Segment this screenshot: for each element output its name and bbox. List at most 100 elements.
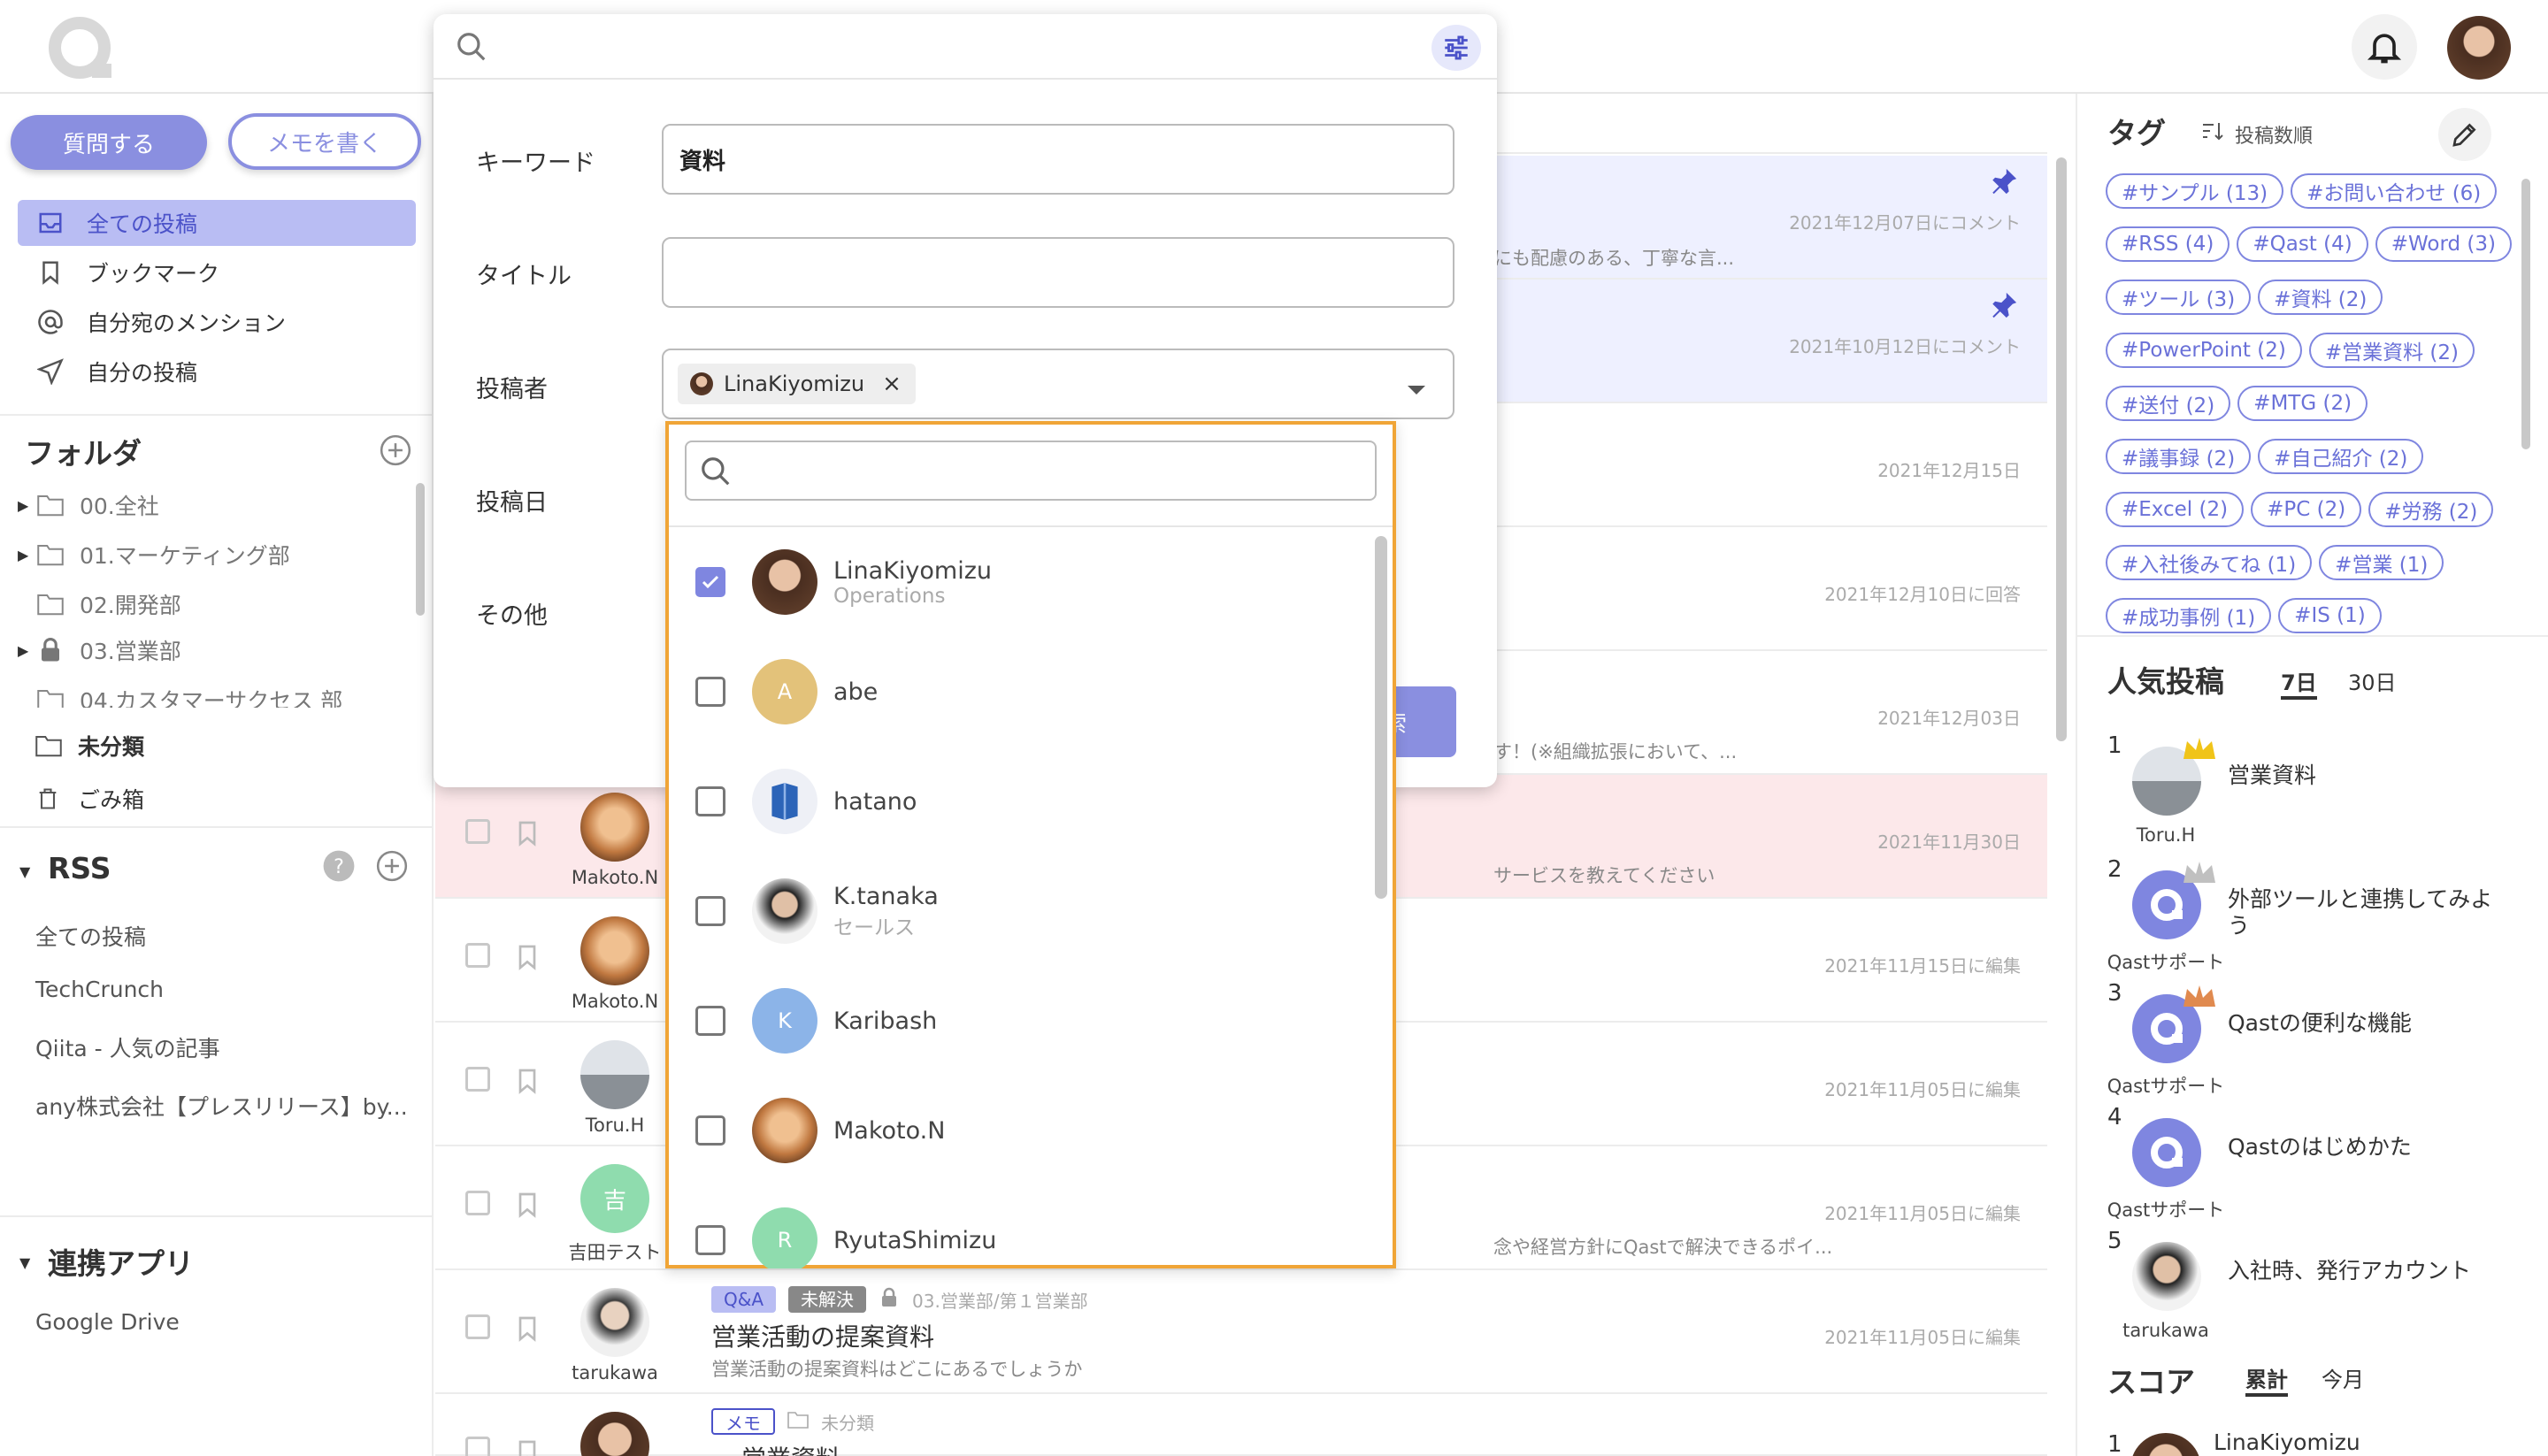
tag-chip[interactable]: #Qast (4): [2237, 226, 2368, 262]
row-checkbox[interactable]: [465, 1191, 490, 1215]
tag-chip[interactable]: #サンプル (13): [2106, 173, 2284, 209]
rss-caret-icon[interactable]: ▼: [19, 863, 30, 880]
rank-avatar[interactable]: [2132, 1118, 2201, 1187]
avatar[interactable]: 吉: [580, 1164, 649, 1233]
avatar[interactable]: [580, 1412, 649, 1456]
nav-all-posts[interactable]: 全ての投稿: [18, 200, 416, 246]
row-checkbox[interactable]: [465, 1067, 490, 1092]
nav-my-posts[interactable]: 自分の投稿: [18, 349, 416, 395]
chip-remove-icon[interactable]: ×: [882, 371, 902, 397]
app-item[interactable]: Google Drive: [35, 1309, 180, 1335]
folder-item[interactable]: 04.カスタマーサクセス 部: [18, 678, 342, 708]
avatar[interactable]: [580, 916, 649, 985]
folder-item[interactable]: ▶ 00.全社: [18, 483, 159, 527]
write-memo-button[interactable]: メモを書く: [228, 113, 421, 170]
tab-30days[interactable]: 30日: [2348, 665, 2397, 696]
bookmark-icon[interactable]: [513, 1437, 541, 1456]
help-icon[interactable]: ?: [322, 849, 356, 883]
folder-item[interactable]: ▶ 03.営業部: [18, 628, 181, 672]
tag-chip[interactable]: #Excel (2): [2106, 492, 2245, 527]
tag-chip[interactable]: #Word (3): [2375, 226, 2512, 262]
caret-right-icon[interactable]: ▶: [18, 642, 37, 659]
rss-item[interactable]: 全ての投稿: [35, 920, 146, 952]
tag-scrollbar[interactable]: [2521, 179, 2530, 449]
avatar[interactable]: [580, 793, 649, 862]
user-checkbox[interactable]: [695, 677, 725, 707]
caret-right-icon[interactable]: ▶: [18, 497, 37, 514]
post-title[interactable]: 営業活動の提案資料: [711, 1318, 934, 1353]
rss-item[interactable]: TechCrunch: [35, 977, 164, 1002]
score-avatar[interactable]: [2130, 1433, 2201, 1456]
avatar[interactable]: [580, 1040, 649, 1109]
bookmark-icon[interactable]: [513, 1313, 541, 1348]
tag-chip[interactable]: #入社後みてね (1): [2106, 545, 2313, 580]
tag-chip[interactable]: #PC (2): [2251, 492, 2362, 527]
tab-this-month[interactable]: 今月: [2322, 1362, 2364, 1393]
dropdown-user-item[interactable]: LinaKiyomizu Operations: [669, 527, 1368, 637]
bookmark-icon[interactable]: [513, 941, 541, 977]
rss-item[interactable]: Qiita - 人気の記事: [35, 1031, 220, 1063]
folder-scrollbar[interactable]: [416, 483, 425, 616]
tag-chip[interactable]: #営業 (1): [2319, 545, 2444, 580]
qast-logo[interactable]: [46, 14, 117, 85]
pin-icon[interactable]: [1989, 166, 2019, 200]
rank-post-title[interactable]: Qastのはじめかた: [2228, 1134, 2493, 1161]
row-checkbox[interactable]: [465, 1314, 490, 1339]
keyword-input[interactable]: 資料: [662, 124, 1454, 195]
dropdown-scrollbar[interactable]: [1375, 536, 1387, 899]
tag-chip[interactable]: #労務 (2): [2368, 492, 2494, 527]
add-rss-icon[interactable]: [375, 849, 409, 883]
score-user[interactable]: LinaKiyomizu: [2214, 1429, 2360, 1455]
tag-chip[interactable]: #IS (1): [2278, 598, 2382, 633]
post-title[interactable]: 営業資料: [741, 1440, 840, 1456]
tag-chip[interactable]: #自己紹介 (2): [2258, 439, 2424, 474]
caret-right-icon[interactable]: ▶: [18, 547, 37, 563]
dropdown-user-item[interactable]: Makoto.N: [669, 1076, 1368, 1185]
dropdown-user-item[interactable]: hatano: [669, 747, 1368, 856]
rank-post-title[interactable]: 営業資料: [2228, 762, 2493, 789]
filter-settings-icon[interactable]: [1431, 25, 1481, 71]
uncategorized-item[interactable]: 未分類: [35, 724, 144, 768]
user-checkbox[interactable]: [695, 1006, 725, 1036]
tag-chip[interactable]: #MTG (2): [2237, 386, 2368, 421]
row-checkbox[interactable]: [465, 1437, 490, 1456]
table-row[interactable]: メモ 未分類 営業資料: [435, 1394, 2047, 1456]
rank-post-title[interactable]: 外部ツールと連携してみよう: [2228, 886, 2493, 939]
author-select[interactable]: LinaKiyomizu ×: [662, 349, 1454, 419]
avatar[interactable]: [580, 1288, 649, 1357]
dropdown-user-item[interactable]: R RyutaShimizu: [669, 1185, 1368, 1268]
pin-icon[interactable]: [1989, 290, 2019, 324]
nav-mentions[interactable]: 自分宛のメンション: [18, 299, 416, 345]
rank-post-title[interactable]: Qastの便利な機能: [2228, 1010, 2493, 1037]
user-checkbox[interactable]: [695, 1225, 725, 1255]
rank-post-title[interactable]: 入社時、発行アカウント: [2228, 1258, 2493, 1284]
tab-total[interactable]: 累計: [2245, 1362, 2288, 1397]
user-checkbox[interactable]: [695, 896, 725, 926]
edit-tags-icon[interactable]: [2438, 108, 2491, 161]
table-row[interactable]: tarukawa Q&A 未解決 03.営業部/第１営業部 営業活動の提案資料 …: [435, 1270, 2047, 1394]
row-checkbox[interactable]: [465, 819, 490, 844]
tag-chip[interactable]: #成功事例 (1): [2106, 598, 2272, 633]
dropdown-user-item[interactable]: K.tanaka セールス: [669, 856, 1368, 966]
user-avatar[interactable]: [2447, 16, 2511, 80]
user-checkbox[interactable]: [695, 786, 725, 816]
row-checkbox[interactable]: [465, 943, 490, 968]
tag-chip[interactable]: #資料 (2): [2258, 280, 2383, 315]
rss-item[interactable]: any株式会社【プレスリリース】by...: [35, 1090, 408, 1122]
tag-chip[interactable]: #送付 (2): [2106, 386, 2231, 421]
folder-item[interactable]: 02.開発部: [18, 582, 181, 626]
nav-bookmarks[interactable]: ブックマーク: [18, 249, 416, 295]
apps-caret-icon[interactable]: ▼: [19, 1254, 30, 1271]
add-folder-icon[interactable]: [379, 433, 412, 467]
bookmark-icon[interactable]: [513, 1189, 541, 1224]
tab-7days[interactable]: 7日: [2281, 665, 2317, 700]
dropdown-search-input[interactable]: [685, 441, 1377, 501]
tag-chip[interactable]: #ツール (3): [2106, 280, 2252, 315]
tag-sort[interactable]: 投稿数順: [2201, 120, 2313, 149]
tag-chip[interactable]: #PowerPoint (2): [2106, 333, 2302, 368]
ask-question-button[interactable]: 質問する: [11, 115, 207, 170]
dropdown-user-item[interactable]: K Karibash: [669, 966, 1368, 1076]
tag-chip[interactable]: #お問い合わせ (6): [2291, 173, 2498, 209]
user-checkbox[interactable]: [695, 1115, 725, 1146]
tag-chip[interactable]: #RSS (4): [2106, 226, 2230, 262]
